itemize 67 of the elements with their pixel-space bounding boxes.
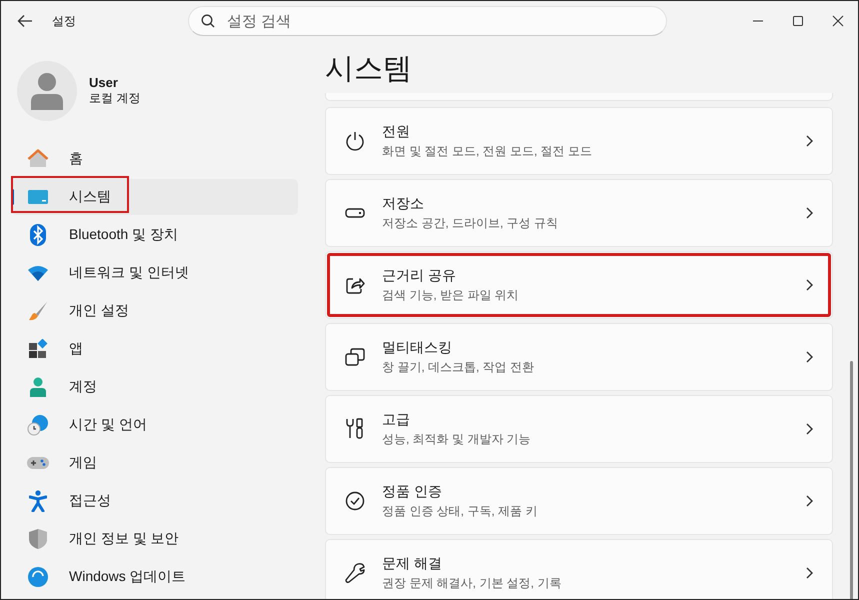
sidebar-item[interactable]: 게임 — [11, 445, 298, 481]
wrench-icon — [344, 562, 366, 584]
power-icon — [345, 131, 365, 151]
sidebar-item[interactable]: 홈 — [11, 141, 298, 177]
windows-stack-icon — [345, 347, 365, 367]
sidebar-item[interactable]: 네트워크 및 인터넷 — [11, 255, 298, 291]
back-arrow-icon[interactable] — [17, 14, 33, 28]
sidebar-item[interactable]: Bluetooth 및 장치 — [11, 217, 298, 253]
tools-icon — [345, 418, 365, 440]
settings-card[interactable]: 저장소 저장소 공간, 드라이브, 구성 규칙 — [325, 179, 833, 247]
sidebar-item[interactable]: 개인 설정 — [11, 293, 298, 329]
card-title: 문제 해결 — [382, 554, 443, 572]
settings-card[interactable]: 문제 해결 권장 문제 해결사, 기본 설정, 기록 — [325, 539, 833, 599]
sidebar-item[interactable]: 계정 — [11, 369, 298, 405]
apps-icon — [28, 339, 48, 359]
settings-card[interactable]: 전원 화면 및 절전 모드, 전원 모드, 절전 모드 — [325, 107, 833, 175]
card-description: 권장 문제 해결사, 기본 설정, 기록 — [382, 574, 562, 592]
user-name: User — [89, 75, 119, 90]
paintbrush-icon — [28, 301, 48, 321]
selection-indicator — [11, 189, 14, 205]
card-description: 저장소 공간, 드라이브, 구성 규칙 — [382, 214, 560, 232]
chevron-right-icon — [804, 566, 814, 580]
sidebar-item[interactable]: 시간 및 언어 — [11, 407, 298, 443]
chevron-right-icon — [804, 422, 814, 436]
card-title: 저장소 — [382, 194, 425, 212]
bluetooth-icon — [30, 224, 46, 246]
account-type: 로컬 계정 — [89, 90, 140, 107]
drive-icon — [345, 208, 365, 218]
scrollbar[interactable] — [850, 361, 853, 599]
window-title: 설정 — [52, 12, 77, 30]
card-title: 멀티태스킹 — [382, 338, 453, 356]
sidebar-item[interactable]: 개인 정보 및 보안 — [11, 521, 298, 557]
chevron-right-icon — [804, 278, 814, 292]
settings-card[interactable]: 근거리 공유 검색 기능, 받은 파일 위치 — [325, 251, 833, 319]
search-icon — [201, 14, 215, 28]
card-description: 정품 인증 상태, 구독, 제품 키 — [382, 502, 538, 520]
card-description: 검색 기능, 받은 파일 위치 — [382, 286, 520, 304]
sidebar-item[interactable]: 시스템 — [11, 179, 298, 215]
home-icon — [27, 148, 49, 170]
card-description: 성능, 최적화 및 개발자 기능 — [382, 430, 532, 448]
wifi-icon — [27, 264, 49, 282]
card-title: 정품 인증 — [382, 482, 443, 500]
page-title: 시스템 — [325, 52, 413, 85]
search-field[interactable]: 설정 검색 — [188, 6, 667, 36]
sidebar-item[interactable]: Windows 업데이트 — [11, 559, 298, 595]
check-circle-icon — [345, 491, 365, 511]
update-icon — [27, 566, 49, 588]
gamepad-icon — [27, 455, 49, 471]
monitor-icon — [28, 189, 48, 205]
settings-card[interactable]: 고급 성능, 최적화 및 개발자 기능 — [325, 395, 833, 463]
sidebar-item[interactable]: 앱 — [11, 331, 298, 367]
settings-card[interactable]: 멀티태스킹 창 끌기, 데스크톱, 작업 전환 — [325, 323, 833, 391]
card-description: 창 끌기, 데스크톱, 작업 전환 — [382, 358, 536, 376]
card-title: 전원 — [382, 122, 411, 140]
sidebar-item[interactable]: 접근성 — [11, 483, 298, 519]
card-title: 근거리 공유 — [382, 266, 457, 284]
globe-clock-icon — [27, 414, 49, 436]
shield-icon — [28, 528, 48, 550]
person-icon — [29, 377, 47, 397]
chevron-right-icon — [804, 494, 814, 508]
settings-card[interactable]: 정품 인증 정품 인증 상태, 구독, 제품 키 — [325, 467, 833, 535]
chevron-right-icon — [804, 350, 814, 364]
chevron-right-icon — [804, 134, 814, 148]
chevron-right-icon — [804, 206, 814, 220]
card-title: 고급 — [382, 410, 411, 428]
card-description: 화면 및 절전 모드, 전원 모드, 절전 모드 — [382, 142, 594, 160]
accessibility-icon — [29, 490, 47, 512]
